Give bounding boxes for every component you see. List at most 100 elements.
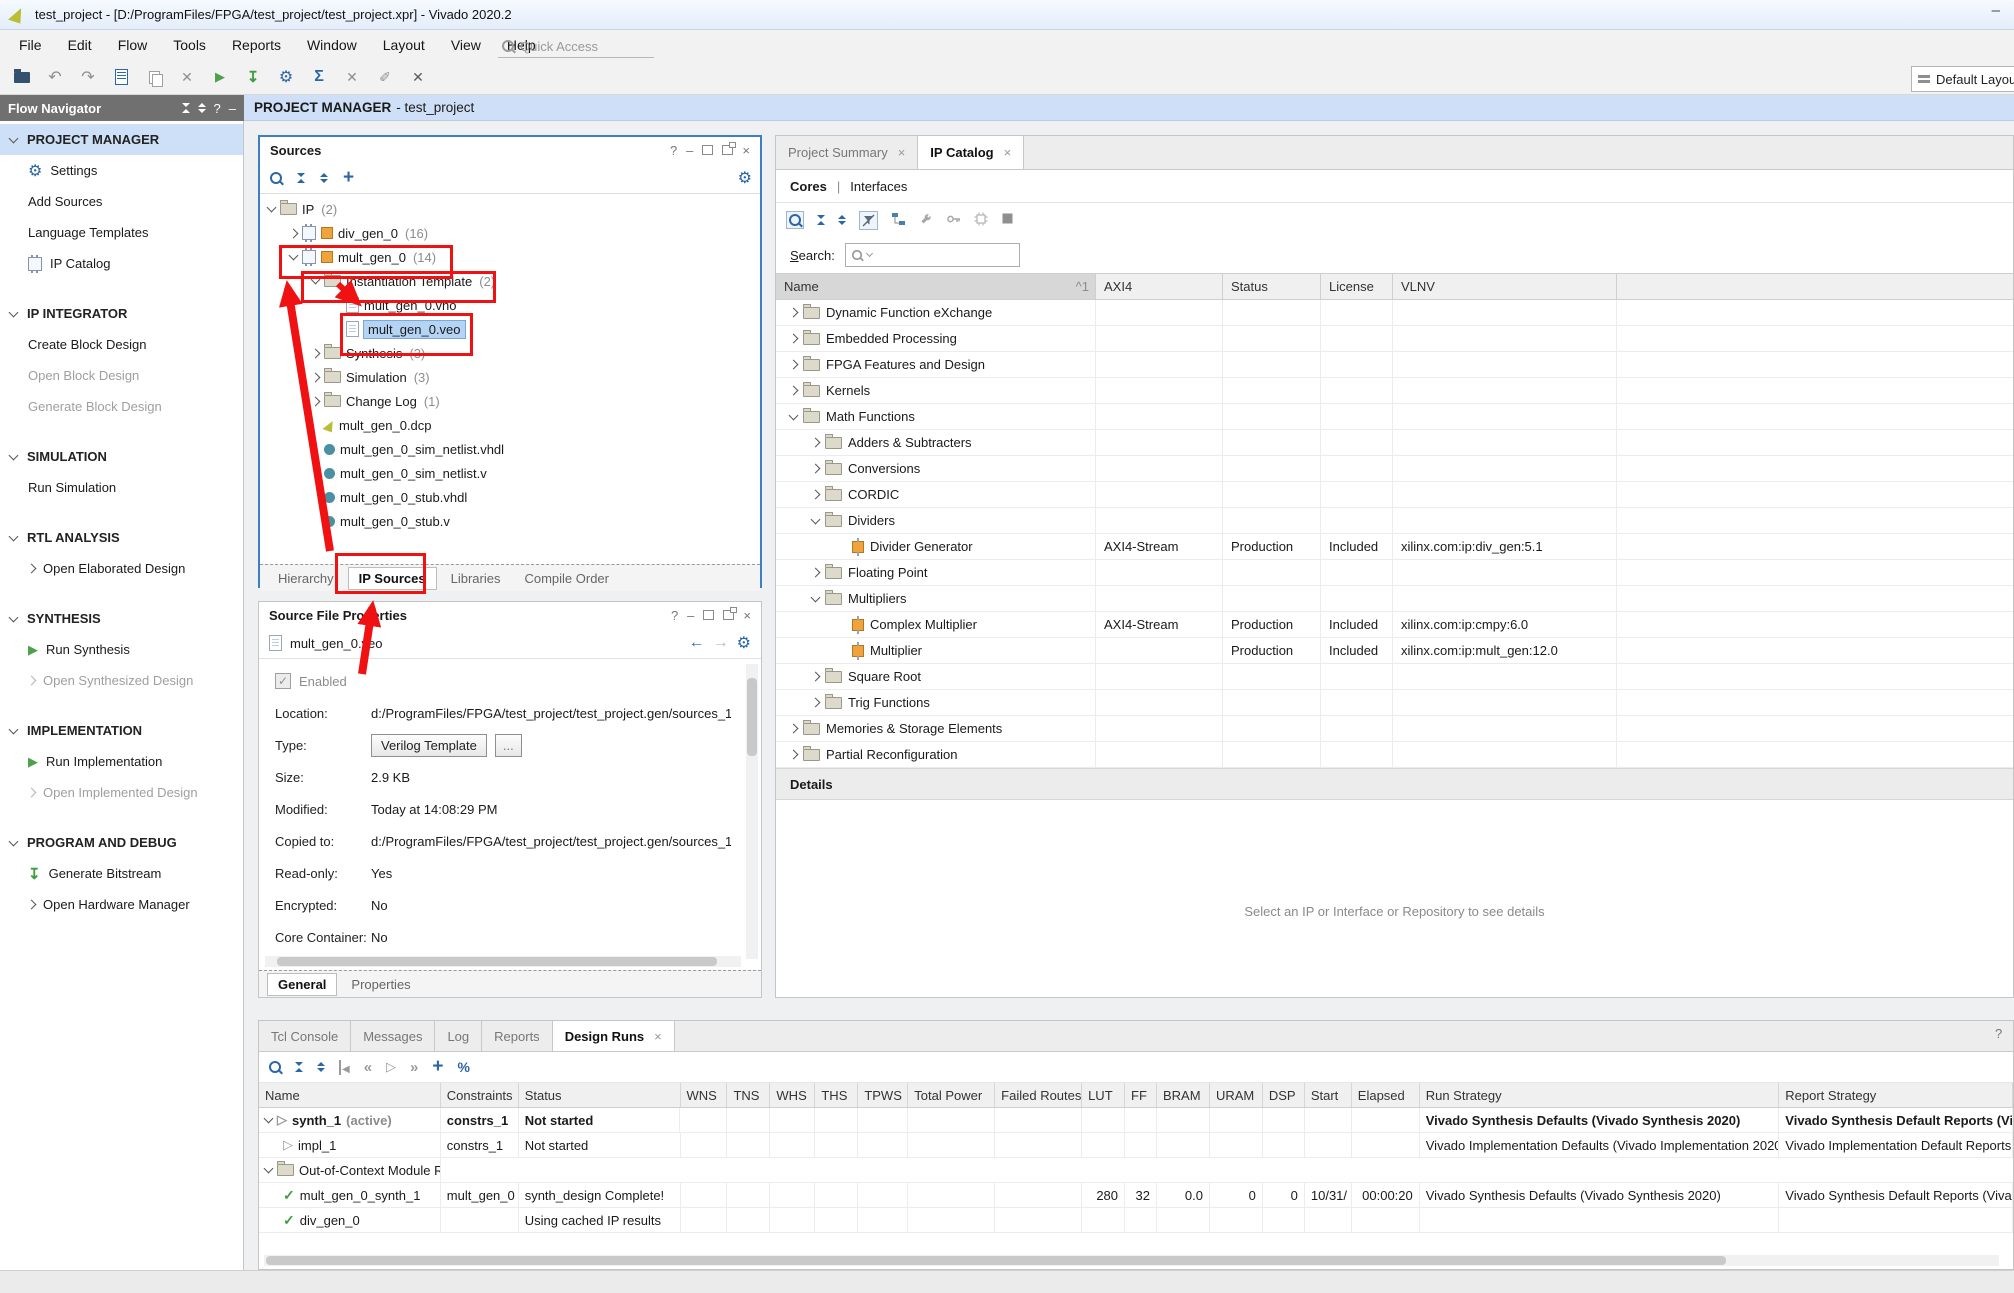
chevron-down-icon[interactable] xyxy=(9,450,19,460)
runs-row-mult-gen-0-synth-1[interactable]: mult_gen_0_synth_1mult_gen_0synth_design… xyxy=(259,1183,2013,1208)
open-project-icon[interactable] xyxy=(10,65,34,89)
chevron-right-icon[interactable] xyxy=(27,676,37,686)
vertical-scrollbar[interactable] xyxy=(746,664,758,959)
tab-ip-catalog[interactable]: IP Catalog× xyxy=(918,136,1024,169)
sidebar-item-open-block-design[interactable]: Open Block Design xyxy=(0,360,243,391)
chevron-right-icon[interactable] xyxy=(811,438,821,448)
column-header-license[interactable]: License xyxy=(1321,274,1393,299)
edit-icon[interactable] xyxy=(373,65,397,89)
search-icon[interactable] xyxy=(270,172,282,184)
chevron-right-icon[interactable] xyxy=(811,490,821,500)
tab-compile-order[interactable]: Compile Order xyxy=(514,568,619,589)
catalog-row-floating-point[interactable]: Floating Point xyxy=(776,560,2013,586)
catalog-row-fpga-features-and-design[interactable]: FPGA Features and Design xyxy=(776,352,2013,378)
horizontal-scrollbar[interactable] xyxy=(264,1255,1999,1266)
copy-icon[interactable] xyxy=(142,65,166,89)
quick-access-input[interactable]: Quick Access xyxy=(498,35,654,58)
chevron-down-icon[interactable] xyxy=(264,1114,274,1124)
column-header-elapsed[interactable]: Elapsed xyxy=(1352,1083,1420,1107)
add-sources-icon[interactable] xyxy=(343,171,354,186)
expand-all-icon[interactable] xyxy=(317,1062,325,1072)
column-header-tpws[interactable]: TPWS xyxy=(858,1083,908,1107)
sidebar-item-open-implemented-design[interactable]: Open Implemented Design xyxy=(0,777,243,808)
collapse-all-icon[interactable] xyxy=(297,173,305,183)
column-header-start[interactable]: Start xyxy=(1305,1083,1352,1107)
add-design-tools-icon[interactable] xyxy=(891,212,906,229)
license-key-icon[interactable] xyxy=(946,212,961,229)
maximize-icon[interactable] xyxy=(702,145,713,155)
runs-row-impl-1[interactable]: impl_1constrs_1Not startedVivado Impleme… xyxy=(259,1133,2013,1158)
column-header-uram[interactable]: URAM xyxy=(1210,1083,1263,1107)
sidebar-item-language-templates[interactable]: Language Templates xyxy=(0,217,243,248)
chevron-right-icon[interactable] xyxy=(811,568,821,578)
column-header-report-strategy[interactable]: Report Strategy xyxy=(1779,1083,2013,1107)
catalog-row-trig-functions[interactable]: Trig Functions xyxy=(776,690,2013,716)
subtab-cores[interactable]: Cores xyxy=(790,179,827,194)
minimize-icon[interactable]: – xyxy=(686,143,693,158)
chevron-right-icon[interactable] xyxy=(27,900,37,910)
menu-edit[interactable]: Edit xyxy=(55,30,105,60)
back-icon[interactable] xyxy=(689,634,705,652)
tree-row-mult-gen-0-sim-netlist-vhdl[interactable]: mult_gen_0_sim_netlist.vhdl xyxy=(260,437,760,461)
column-header-ths[interactable]: THS xyxy=(815,1083,858,1107)
minimize-icon[interactable]: – xyxy=(687,608,694,623)
file-type-button[interactable]: Verilog Template xyxy=(371,734,487,757)
close-icon[interactable]: × xyxy=(898,145,906,160)
sidebar-section-program-and-debug[interactable]: PROGRAM AND DEBUG xyxy=(0,827,243,858)
column-header-ff[interactable]: FF xyxy=(1125,1083,1157,1107)
tab-reports[interactable]: Reports xyxy=(482,1021,553,1051)
chevron-right-icon[interactable] xyxy=(311,396,321,406)
expand-all-icon[interactable] xyxy=(838,215,846,225)
runs-row-synth-1[interactable]: synth_1(active)constrs_1Not startedVivad… xyxy=(259,1108,2013,1133)
column-header-vlnv[interactable]: VLNV xyxy=(1393,274,1617,299)
catalog-search-input[interactable] xyxy=(845,243,1020,267)
chevron-right-icon[interactable] xyxy=(789,334,799,344)
sidebar-section-synthesis[interactable]: SYNTHESIS xyxy=(0,603,243,634)
sidebar-item-ip-catalog[interactable]: IP Catalog xyxy=(0,248,243,279)
help-icon[interactable]: ? xyxy=(670,143,677,158)
tree-row-mult-gen-0-stub-vhdl[interactable]: mult_gen_0_stub.vhdl xyxy=(260,485,760,509)
first-run-icon[interactable] xyxy=(339,1060,350,1075)
sidebar-section-implementation[interactable]: IMPLEMENTATION xyxy=(0,715,243,746)
customize-ip-wrench-icon[interactable] xyxy=(919,212,933,229)
sidebar-section-ip-integrator[interactable]: IP INTEGRATOR xyxy=(0,298,243,329)
chevron-down-icon[interactable] xyxy=(9,307,19,317)
window-minimize-icon[interactable]: – xyxy=(1992,2,2000,19)
resource-percent-icon[interactable] xyxy=(458,1059,470,1075)
chevron-down-icon[interactable] xyxy=(9,612,19,622)
sidebar-section-simulation[interactable]: SIMULATION xyxy=(0,441,243,472)
tab-messages[interactable]: Messages xyxy=(351,1021,435,1051)
column-header-status[interactable]: Status xyxy=(1223,274,1321,299)
column-header-tns[interactable]: TNS xyxy=(727,1083,770,1107)
chevron-down-icon[interactable] xyxy=(9,836,19,846)
chevron-right-icon[interactable] xyxy=(27,788,37,798)
horizontal-scrollbar[interactable] xyxy=(265,956,741,967)
minimize-icon[interactable]: – xyxy=(229,101,236,116)
menu-reports[interactable]: Reports xyxy=(219,30,294,60)
sidebar-item-open-elaborated-design[interactable]: Open Elaborated Design xyxy=(0,553,243,584)
tab-design-runs[interactable]: Design Runs× xyxy=(553,1021,675,1051)
sidebar-item-run-implementation[interactable]: Run Implementation xyxy=(0,746,243,777)
more-options-button[interactable]: ... xyxy=(495,734,522,757)
catalog-row-dividers[interactable]: Dividers xyxy=(776,508,2013,534)
tree-row-mult-gen-0[interactable]: mult_gen_0(14) xyxy=(260,245,760,269)
column-header-total-power[interactable]: Total Power xyxy=(908,1083,995,1107)
subtab-interfaces[interactable]: Interfaces xyxy=(850,179,907,194)
chevron-down-icon[interactable] xyxy=(789,410,799,420)
column-header-whs[interactable]: WHS xyxy=(770,1083,815,1107)
settings-gear-icon[interactable] xyxy=(738,168,752,188)
sum-report-icon[interactable] xyxy=(307,65,331,89)
scrollbar-thumb[interactable] xyxy=(747,678,757,756)
tree-row-mult-gen-0-veo[interactable]: mult_gen_0.veo xyxy=(260,317,760,341)
help-icon[interactable]: ? xyxy=(214,101,221,116)
tree-row-div-gen-0[interactable]: div_gen_0(16) xyxy=(260,221,760,245)
sidebar-item-open-synthesized-design[interactable]: Open Synthesized Design xyxy=(0,665,243,696)
chevron-down-icon[interactable] xyxy=(811,514,821,524)
chevron-right-icon[interactable] xyxy=(27,564,37,574)
enabled-checkbox[interactable]: ✓ xyxy=(275,673,291,689)
chevron-right-icon[interactable] xyxy=(789,308,799,318)
forward-icon[interactable] xyxy=(713,634,729,652)
sidebar-item-generate-bitstream[interactable]: Generate Bitstream xyxy=(0,858,243,889)
catalog-row-dynamic-function-exchange[interactable]: Dynamic Function eXchange xyxy=(776,300,2013,326)
chevron-down-icon[interactable] xyxy=(9,133,19,143)
